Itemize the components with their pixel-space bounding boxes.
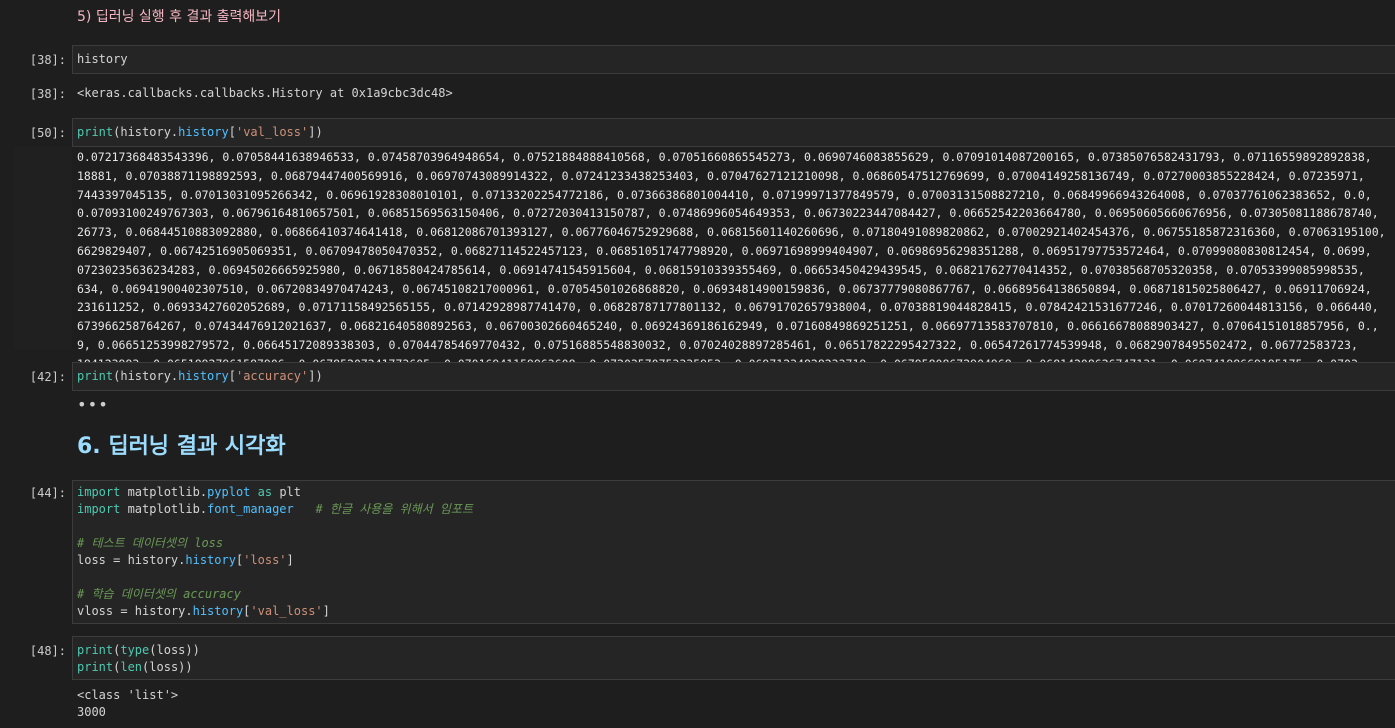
cell-prompt-in: [38]:: [29, 53, 66, 67]
cell-prompt-in: [50]:: [29, 126, 66, 140]
cell-prompt-out: [38]:: [29, 87, 66, 101]
markdown-heading-section5: 5) 딥러닝 실행 후 결과 출력해보기: [77, 9, 282, 25]
output-line: 07230235636234283, 0.06945026665925980, …: [77, 262, 1365, 277]
code-block: import matplotlib.pyplot as plt import m…: [77, 485, 474, 618]
output-line: 673966258764267, 0.07434476912021637, 0.…: [77, 319, 1379, 334]
cell-output-text: <class 'list'>: [77, 688, 179, 702]
output-line: 9, 0.06651253998279572, 0.06645172089338…: [77, 338, 1358, 352]
cell-prompt-in: [48]:: [29, 644, 66, 658]
output-line: 231611252, 0.06933427602052689, 0.071711…: [77, 300, 1379, 315]
cell-prompt-in: [44]:: [29, 486, 66, 500]
code-block: print(type(loss)) print(len(loss)): [77, 643, 200, 674]
output-line: 634, 0.06941900402307510, 0.067208349704…: [77, 281, 1372, 296]
cell-output-text: <keras.callbacks.callbacks.History at 0x…: [77, 86, 453, 100]
code-line: print(history.history['val_loss']): [77, 125, 323, 139]
output-line: 7443397045135, 0.07013031095266342, 0.06…: [77, 187, 1372, 202]
output-line: 18881, 0.07038871198892593, 0.0687944740…: [77, 168, 1365, 183]
output-line: 6629829407, 0.06742516905069351, 0.06709…: [77, 244, 1372, 258]
output-line: 26773, 0.06844510883092880, 0.0686641037…: [77, 225, 1386, 240]
code-line: print(history.history['accuracy']): [77, 369, 323, 383]
collapsed-output-ellipsis-icon[interactable]: •••: [77, 395, 109, 414]
code-line: history: [77, 52, 128, 66]
output-scroll-gutter[interactable]: [14, 147, 72, 349]
output-line: 0.07217368483543396, 0.07058441638946533…: [77, 150, 1372, 164]
output-line: 0.07093100249767303, 0.06796164810657501…: [77, 206, 1379, 221]
markdown-heading-section6: 6. 딥러닝 결과 시각화: [77, 434, 286, 459]
cell-output-text: 3000: [77, 705, 106, 719]
cell-prompt-in: [42]:: [29, 370, 66, 384]
